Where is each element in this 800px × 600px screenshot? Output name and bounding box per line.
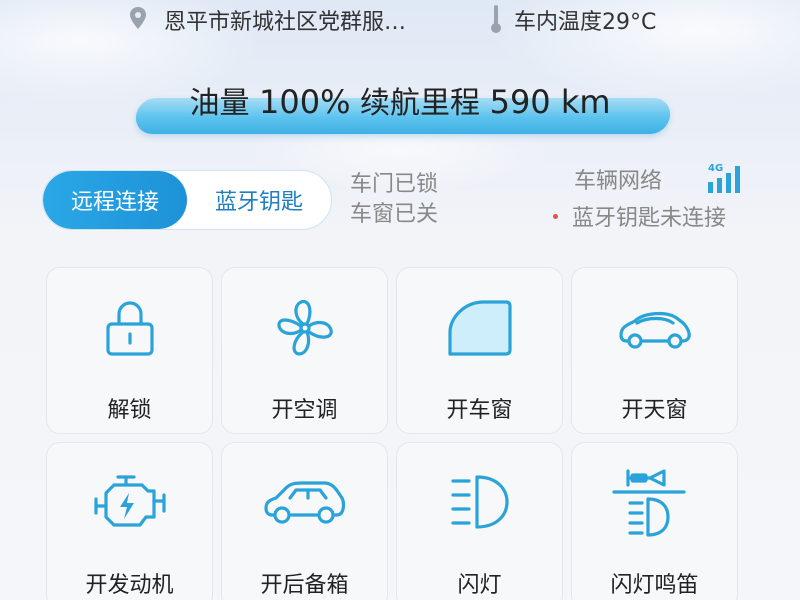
open-sunroof-label: 开天窗 — [621, 398, 688, 423]
fuel-value: 100% — [259, 83, 351, 121]
trunk-car-icon — [263, 481, 345, 524]
thermometer-icon — [491, 5, 501, 33]
bluetooth-status-text: 蓝牙钥匙未连接 — [572, 206, 727, 231]
signal-type-label: 4G — [708, 163, 723, 174]
range-label: 续航里程 — [360, 86, 481, 121]
lock-icon — [105, 301, 154, 356]
headlight-icon — [450, 475, 509, 529]
network-label: 车辆网络 — [574, 169, 663, 194]
horn-light-icon — [611, 469, 686, 537]
ac-label: 开空调 — [271, 398, 338, 423]
tab-bluetooth-key[interactable]: 蓝牙钥匙 — [187, 171, 331, 229]
window-status: 车窗已关 — [350, 202, 439, 227]
start-engine-label: 开发动机 — [85, 573, 174, 598]
open-sunroof-button[interactable]: 开天窗 — [571, 267, 738, 434]
location-pin-icon — [130, 7, 146, 29]
control-grid: 解锁 开空调 开车窗 开天窗 开发动机 开后备箱 闪灯 闪灯鸣笛 — [46, 267, 738, 600]
door-status: 车门已锁 — [350, 172, 439, 197]
cabin-temperature: 车内温度29°C — [514, 10, 657, 35]
engine-icon — [93, 475, 166, 527]
open-window-button[interactable]: 开车窗 — [396, 267, 563, 434]
open-trunk-button[interactable]: 开后备箱 — [221, 442, 388, 600]
fuel-label: 油量 — [189, 86, 250, 121]
tab-remote-connection[interactable]: 远程连接 — [43, 171, 187, 229]
connection-toggle: 远程连接 蓝牙钥匙 — [42, 170, 332, 230]
fuel-range-line: 油量 100% 续航里程 590 km — [0, 78, 800, 122]
ac-button[interactable]: 开空调 — [221, 267, 388, 434]
flash-lights-button[interactable]: 闪灯 — [396, 442, 563, 600]
unlock-button[interactable]: 解锁 — [46, 267, 213, 434]
flash-honk-label: 闪灯鸣笛 — [610, 573, 699, 598]
start-engine-button[interactable]: 开发动机 — [46, 442, 213, 600]
fan-icon — [276, 299, 333, 356]
open-trunk-label: 开后备箱 — [260, 573, 349, 598]
sunroof-car-icon — [618, 311, 691, 349]
warning-dot — [553, 213, 558, 219]
vehicle-status: 车门已锁 车窗已关 — [350, 170, 438, 230]
flash-honk-button[interactable]: 闪灯鸣笛 — [571, 442, 738, 600]
car-window-icon — [447, 300, 512, 356]
signal-4g-icon: 4G — [708, 163, 740, 193]
range-value: 590 km — [489, 83, 611, 121]
bluetooth-status: 蓝牙钥匙未连接 — [553, 200, 726, 232]
open-window-label: 开车窗 — [446, 398, 513, 423]
flash-lights-label: 闪灯 — [457, 573, 502, 598]
unlock-label: 解锁 — [107, 398, 152, 423]
location-text[interactable]: 恩平市新城社区党群服… — [164, 4, 406, 36]
